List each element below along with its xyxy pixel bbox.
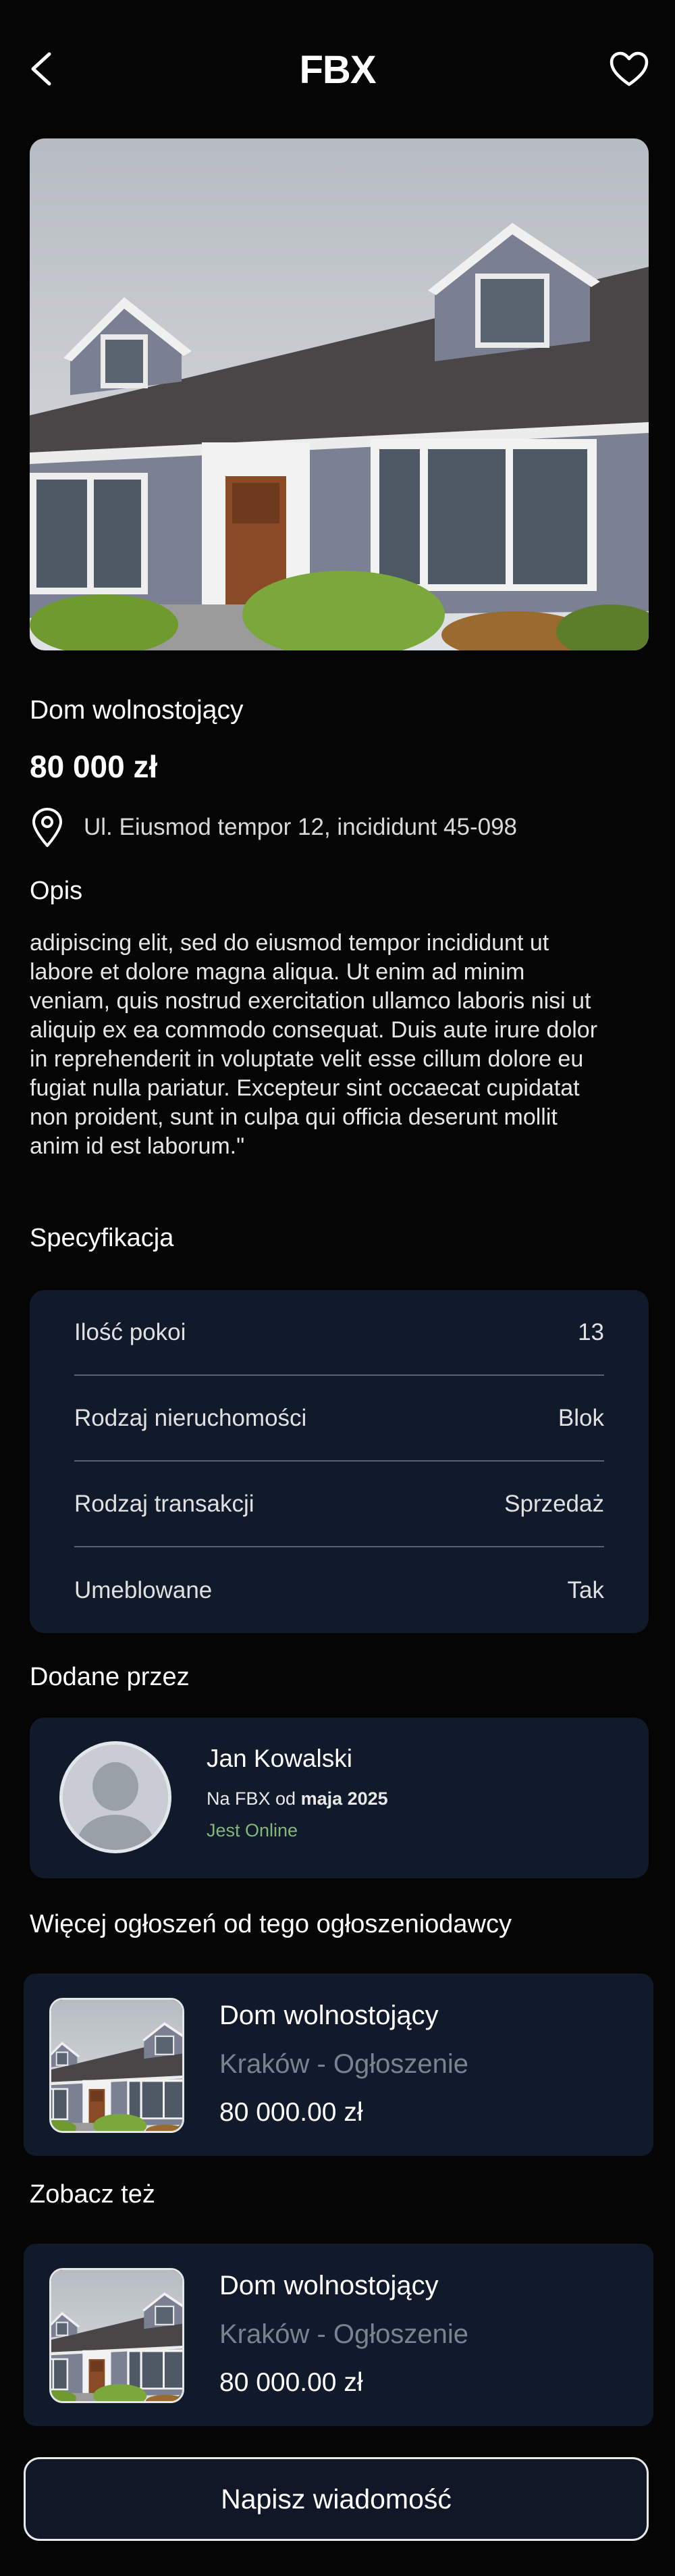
spec-row: Umeblowane Tak — [74, 1547, 604, 1633]
author-member-since: Na FBX od maja 2025 — [207, 1788, 388, 1809]
member-since-date: maja 2025 — [300, 1788, 388, 1809]
listing-title: Dom wolnostojący — [30, 696, 244, 725]
author-name: Jan Kowalski — [207, 1745, 352, 1772]
spec-key: Ilość pokoi — [74, 1318, 186, 1345]
spec-value: Blok — [558, 1404, 604, 1431]
spec-key: Rodzaj transakcji — [74, 1490, 254, 1517]
listing-price: 80 000 zł — [30, 749, 158, 784]
spec-value: 13 — [578, 1318, 604, 1345]
listing-card-title: Dom wolnostojący — [219, 2271, 439, 2300]
specs-heading: Specyfikacja — [30, 1224, 174, 1252]
description-heading: Opis — [30, 877, 83, 905]
spec-key: Umeblowane — [74, 1576, 213, 1603]
listing-card-price: 80 000.00 zł — [219, 2098, 363, 2127]
favorite-button[interactable] — [608, 49, 651, 89]
see-also-heading: Zobacz też — [30, 2180, 155, 2209]
listing-card-location: Kraków - Ogłoszenie — [219, 2319, 469, 2349]
spec-value: Sprzedaż — [504, 1490, 604, 1517]
app-logo: FBX — [299, 48, 377, 92]
avatar — [59, 1741, 171, 1853]
specs-card: Ilość pokoi 13 Rodzaj nieruchomości Blok… — [30, 1290, 649, 1633]
listing-photo[interactable] — [30, 138, 649, 650]
user-placeholder-icon — [63, 1745, 168, 1850]
heart-icon — [610, 51, 649, 86]
author-card[interactable]: Jan Kowalski Na FBX od maja 2025 Jest On… — [30, 1718, 649, 1878]
app-header: FBX — [0, 0, 675, 138]
listing-card[interactable]: Dom wolnostojący Kraków - Ogłoszenie 80 … — [24, 2244, 653, 2426]
listing-card-title: Dom wolnostojący — [219, 2001, 439, 2030]
listing-thumbnail — [49, 2268, 184, 2403]
listing-thumbnail — [49, 1998, 184, 2133]
spec-row: Rodzaj nieruchomości Blok — [74, 1376, 604, 1462]
spec-key: Rodzaj nieruchomości — [74, 1404, 307, 1431]
send-message-button[interactable]: Napisz wiadomość — [24, 2457, 649, 2541]
listing-card-location: Kraków - Ogłoszenie — [219, 2049, 469, 2079]
location-pin-icon — [32, 808, 62, 847]
member-since-prefix: Na FBX od — [207, 1788, 301, 1809]
listing-description: adipiscing elit, sed do eiusmod tempor i… — [30, 930, 598, 1159]
spec-row: Ilość pokoi 13 — [74, 1290, 604, 1376]
listing-address: Ul. Eiusmod tempor 12, incididunt 45-098 — [84, 814, 518, 840]
online-status: Jest Online — [207, 1820, 298, 1840]
listing-card[interactable]: Dom wolnostojący Kraków - Ogłoszenie 80 … — [24, 1974, 653, 2156]
more-listings-heading: Więcej ogłoszeń od tego ogłoszeniodawcy — [30, 1910, 512, 1938]
address-row: Ul. Eiusmod tempor 12, incididunt 45-098 — [30, 802, 517, 852]
added-by-heading: Dodane przez — [30, 1663, 190, 1691]
spec-value: Tak — [567, 1576, 604, 1603]
spec-row: Rodzaj transakcji Sprzedaż — [74, 1462, 604, 1547]
listing-card-price: 80 000.00 zł — [219, 2368, 363, 2397]
